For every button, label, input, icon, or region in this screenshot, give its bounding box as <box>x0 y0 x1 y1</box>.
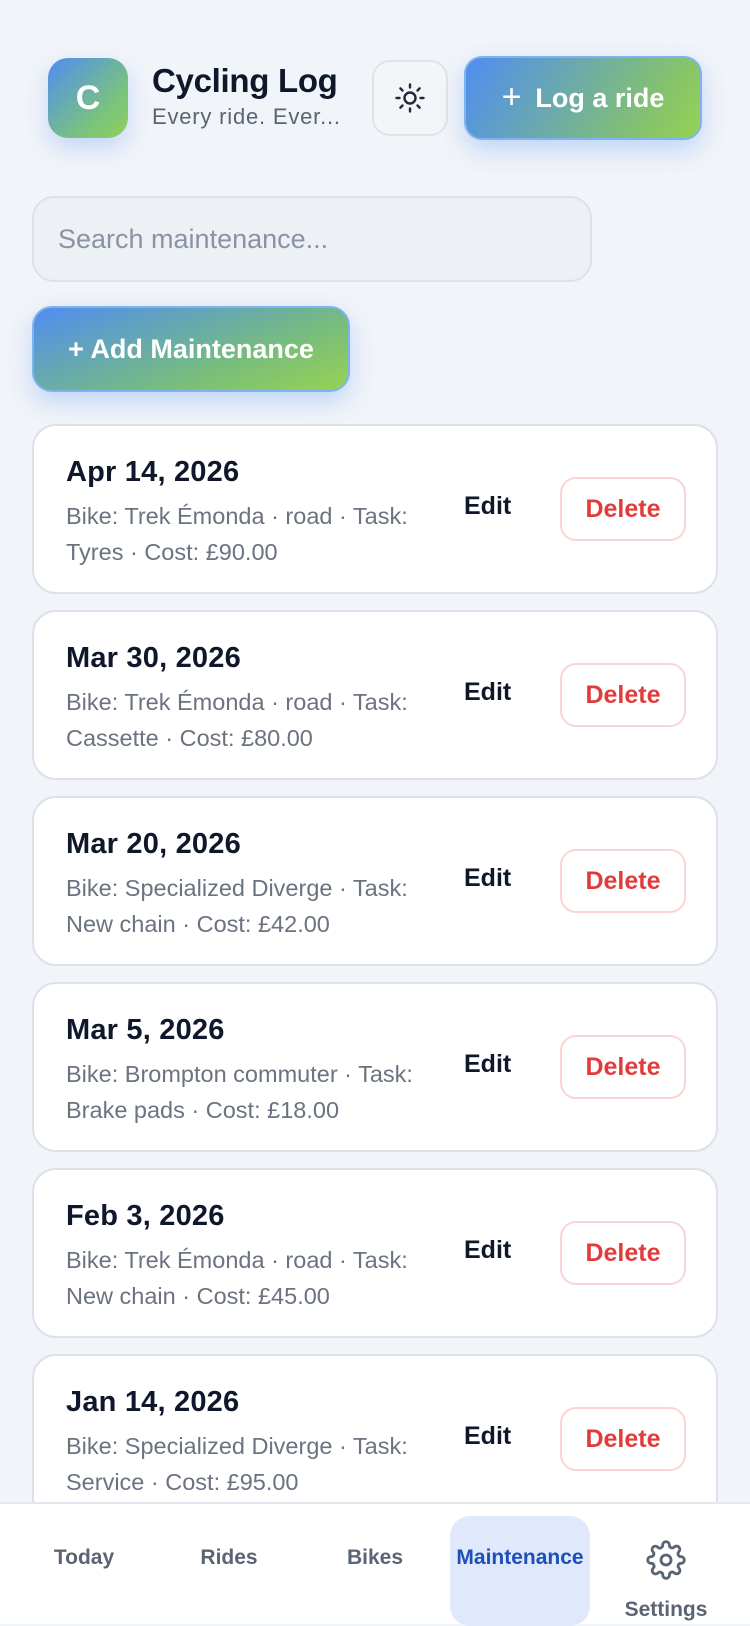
maintenance-date: Mar 20, 2026 <box>66 828 241 860</box>
nav-item-rides[interactable]: Rides <box>159 1516 299 1626</box>
nav-item-label: Today <box>53 1546 115 1569</box>
edit-button[interactable]: Edit <box>464 678 511 707</box>
delete-button[interactable]: Delete <box>560 477 686 541</box>
delete-button[interactable]: Delete <box>560 1221 686 1285</box>
maintenance-date: Apr 14, 2026 <box>66 456 240 488</box>
nav-item-label: Maintenance <box>456 1546 584 1569</box>
delete-button[interactable]: Delete <box>560 1035 686 1099</box>
maintenance-card: Apr 14, 2026 Bike: Trek Émonda · road · … <box>32 424 718 594</box>
delete-button[interactable]: Delete <box>560 663 686 727</box>
app-title: Cycling Log <box>152 62 338 99</box>
search-input[interactable] <box>32 196 592 282</box>
maintenance-card: Mar 20, 2026 Bike: Specialized Diverge ·… <box>32 796 718 966</box>
edit-button[interactable]: Edit <box>464 492 511 521</box>
maintenance-date: Feb 3, 2026 <box>66 1200 225 1232</box>
bottom-nav: Today Rides Bikes Maintenance Settings <box>0 1502 750 1626</box>
maintenance-details: Bike: Specialized Diverge · Task: Servic… <box>66 1433 408 1495</box>
sun-icon <box>395 83 425 113</box>
edit-button[interactable]: Edit <box>464 864 511 893</box>
app-header: C Cycling Log Every ride. Ever... + Log … <box>0 0 750 150</box>
edit-button[interactable]: Edit <box>464 1422 511 1451</box>
nav-item-maintenance[interactable]: Maintenance <box>450 1516 590 1626</box>
maintenance-date: Mar 30, 2026 <box>66 642 241 674</box>
maintenance-card: Jan 14, 2026 Bike: Specialized Diverge ·… <box>32 1354 718 1502</box>
theme-toggle-button[interactable] <box>372 60 448 136</box>
maintenance-card: Mar 5, 2026 Bike: Brompton commuter · Ta… <box>32 982 718 1152</box>
gear-icon <box>646 1540 686 1580</box>
app-logo: C <box>48 58 128 138</box>
nav-item-label: Bikes <box>346 1546 404 1569</box>
maintenance-list[interactable]: Apr 14, 2026 Bike: Trek Émonda · road · … <box>32 424 718 1502</box>
log-ride-button[interactable]: + Log a ride <box>464 56 702 140</box>
maintenance-details: Bike: Trek Émonda · road · Task: Tyres ·… <box>66 503 408 565</box>
maintenance-details: Bike: Trek Émonda · road · Task: Cassett… <box>66 689 408 751</box>
app-subtitle: Every ride. Ever... <box>152 104 341 129</box>
plus-icon: + <box>501 77 522 116</box>
edit-button[interactable]: Edit <box>464 1050 511 1079</box>
nav-item-bikes[interactable]: Bikes <box>305 1516 445 1626</box>
nav-item-label: Rides <box>200 1546 258 1569</box>
delete-button[interactable]: Delete <box>560 849 686 913</box>
maintenance-date: Mar 5, 2026 <box>66 1014 225 1046</box>
log-ride-label: Log a ride <box>535 82 665 113</box>
maintenance-card: Feb 3, 2026 Bike: Trek Émonda · road · T… <box>32 1168 718 1338</box>
maintenance-details: Bike: Trek Émonda · road · Task: New cha… <box>66 1247 408 1309</box>
maintenance-details: Bike: Specialized Diverge · Task: New ch… <box>66 875 408 937</box>
maintenance-card: Mar 30, 2026 Bike: Trek Émonda · road · … <box>32 610 718 780</box>
nav-item-today[interactable]: Today <box>14 1516 154 1626</box>
add-maintenance-button[interactable]: + Add Maintenance <box>32 306 350 392</box>
nav-item-label: Settings <box>624 1598 708 1621</box>
nav-item-settings[interactable]: Settings <box>596 1516 736 1626</box>
edit-button[interactable]: Edit <box>464 1236 511 1265</box>
maintenance-date: Jan 14, 2026 <box>66 1386 240 1418</box>
delete-button[interactable]: Delete <box>560 1407 686 1471</box>
maintenance-details: Bike: Brompton commuter · Task: Brake pa… <box>66 1061 413 1123</box>
